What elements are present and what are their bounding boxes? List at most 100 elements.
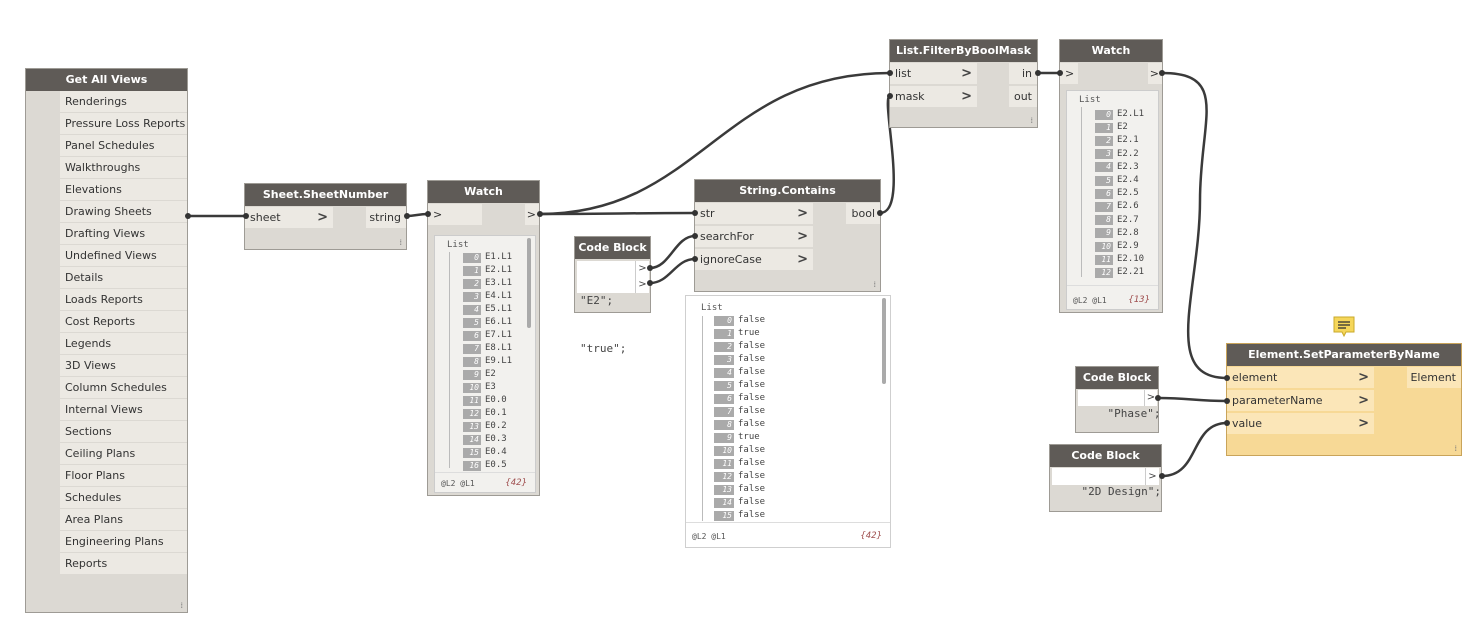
scrollbar[interactable] (882, 298, 886, 384)
list-value: E2.5 (1117, 188, 1139, 199)
port-label: str (700, 207, 715, 220)
view-type-item[interactable]: Cost Reports (60, 311, 187, 333)
output-port-out[interactable]: out (1009, 86, 1037, 107)
get-all-views-node[interactable]: Get All Views Renderings Pressure Loss Re… (25, 68, 188, 613)
resize-grip-icon[interactable]: ⁞ (399, 238, 402, 247)
list-index: 2 (463, 278, 481, 289)
list-value: E3 (485, 382, 496, 392)
code-editor[interactable]: "Phase"; (1078, 390, 1160, 420)
filter-by-bool-mask-node[interactable]: List.FilterByBoolMask list > mask > in o… (889, 39, 1038, 128)
list-item: 7 E8.L1 (463, 342, 512, 355)
watch-node-2[interactable]: Watch > > List 0 E2.L1 1 E2 2 E2.1 3 E2.2 4 E2.3 5… (1059, 39, 1163, 313)
view-type-item[interactable]: Column Schedules (60, 377, 187, 399)
view-type-item[interactable]: Reports (60, 553, 187, 575)
list-value: E2.1 (1117, 135, 1139, 146)
node-title[interactable]: Element.SetParameterByName (1227, 344, 1461, 366)
list-value: E6.L1 (485, 317, 513, 327)
watch-input-port[interactable]: > (428, 204, 482, 225)
view-type-item[interactable]: Undefined Views (60, 245, 187, 267)
set-parameter-by-name-node[interactable]: Element.SetParameterByName element > par… (1226, 343, 1462, 456)
watch-preview-panel[interactable]: List 0 E1.L1 1 E2.L1 2 E3.L1 3 E4.L1 4 E5.L1 5 E6.L… (434, 235, 536, 493)
view-type-item[interactable]: Pressure Loss Reports (60, 113, 187, 135)
view-type-list[interactable]: Renderings Pressure Loss Reports Panel Sch… (60, 91, 187, 575)
list-index: 11 (714, 458, 734, 469)
input-port-str[interactable]: str > (695, 203, 813, 224)
list-index: 3 (1095, 149, 1113, 160)
view-type-item[interactable]: Panel Schedules (60, 135, 187, 157)
output-port-element[interactable]: Element (1407, 367, 1461, 388)
view-type-item[interactable]: 3D Views (60, 355, 187, 377)
list-item: 7 E2.6 (1095, 200, 1139, 213)
code-editor[interactable]: "E2"; "true"; (577, 261, 635, 355)
bool-preview-bubble[interactable]: List 0 false 1 true 2 false 3 false 4 false 5 false… (685, 295, 891, 548)
code-block-node-1[interactable]: Code Block "E2"; "true"; > > (574, 236, 651, 355)
input-port-list[interactable]: list > (890, 63, 977, 84)
view-type-item[interactable]: Schedules (60, 487, 187, 509)
list-value: E2.9 (1117, 241, 1139, 251)
input-port-searchfor[interactable]: searchFor > (695, 226, 813, 247)
input-port-value[interactable]: value > (1227, 413, 1374, 434)
node-title[interactable]: Get All Views (26, 69, 187, 91)
input-port-mask[interactable]: mask > (890, 86, 977, 107)
input-port-element[interactable]: element > (1227, 367, 1374, 388)
node-title[interactable]: Sheet.SheetNumber (245, 184, 406, 206)
view-type-item[interactable]: Loads Reports (60, 289, 187, 311)
node-title[interactable]: Code Block (1076, 367, 1158, 389)
watch-node-1[interactable]: Watch > > List 0 E1.L1 1 E2.L1 2 E3.L1 3 E4.L1 4… (427, 180, 540, 496)
view-type-item[interactable]: Area Plans (60, 509, 187, 531)
list-title: List (1079, 95, 1101, 105)
list-index: 3 (714, 354, 734, 365)
output-port-in[interactable]: in (1009, 63, 1037, 84)
view-type-item[interactable]: Renderings (60, 91, 187, 113)
output-port-string[interactable]: string (366, 207, 406, 228)
list-value: false (738, 315, 766, 325)
resize-grip-icon[interactable]: ⁞ (873, 280, 876, 289)
view-type-item[interactable]: Ceiling Plans (60, 443, 187, 465)
list-index: 8 (714, 419, 734, 430)
view-type-item[interactable]: Legends (60, 333, 187, 355)
chevron-right-icon: > (317, 210, 328, 225)
list-index: 4 (463, 304, 481, 315)
note-icon[interactable] (1332, 315, 1356, 339)
code-editor[interactable]: "2D Design"; (1052, 468, 1161, 498)
list-item: 6 E2.5 (1095, 187, 1139, 200)
list-index: 14 (463, 434, 481, 445)
list-item: 12 E0.1 (463, 407, 507, 420)
node-title[interactable]: String.Contains (695, 180, 880, 202)
scrollbar[interactable] (527, 238, 531, 328)
view-type-item[interactable]: Elevations (60, 179, 187, 201)
node-title[interactable]: Code Block (1050, 445, 1161, 467)
resize-grip-icon[interactable]: ⁞ (180, 601, 183, 610)
view-type-item[interactable]: Details (60, 267, 187, 289)
resize-grip-icon[interactable]: ⁞ (1454, 444, 1457, 453)
resize-grip-icon[interactable]: ⁞ (1030, 116, 1033, 125)
input-port-sheet[interactable]: sheet > (245, 207, 333, 228)
view-type-item[interactable]: Drafting Views (60, 223, 187, 245)
list-index: 6 (1095, 188, 1113, 199)
list-value: E2.3 (1117, 161, 1139, 172)
list-index: 9 (714, 432, 734, 443)
input-port-parametername[interactable]: parameterName > (1227, 390, 1374, 411)
watch-preview-panel[interactable]: List 0 E2.L1 1 E2 2 E2.1 3 E2.2 4 E2.3 5 E2.4 6 E2.5 7… (1066, 90, 1159, 310)
list-item: 9 true (714, 431, 760, 444)
list-index: 12 (1095, 267, 1113, 278)
node-title[interactable]: Code Block (575, 237, 650, 259)
input-port-ignorecase[interactable]: ignoreCase > (695, 249, 813, 270)
node-title[interactable]: Watch (1060, 40, 1162, 62)
node-title[interactable]: Watch (428, 181, 539, 203)
view-type-item[interactable]: Sections (60, 421, 187, 443)
string-contains-node[interactable]: String.Contains str > searchFor > ignore… (694, 179, 881, 292)
node-title[interactable]: List.FilterByBoolMask (890, 40, 1037, 62)
chevron-right-icon: > (961, 66, 972, 81)
code-block-node-3[interactable]: Code Block "2D Design"; > (1049, 444, 1162, 512)
sheet-number-node[interactable]: Sheet.SheetNumber sheet > string ⁞ (244, 183, 407, 250)
list-guide (702, 316, 703, 521)
output-port[interactable]: > (1145, 468, 1159, 485)
view-type-item[interactable]: Engineering Plans (60, 531, 187, 553)
view-type-item[interactable]: Floor Plans (60, 465, 187, 487)
view-type-item[interactable]: Internal Views (60, 399, 187, 421)
output-port-bool[interactable]: bool (846, 203, 880, 224)
view-type-item[interactable]: Walkthroughs (60, 157, 187, 179)
code-block-node-2[interactable]: Code Block "Phase"; > (1075, 366, 1160, 433)
view-type-item[interactable]: Drawing Sheets (60, 201, 187, 223)
